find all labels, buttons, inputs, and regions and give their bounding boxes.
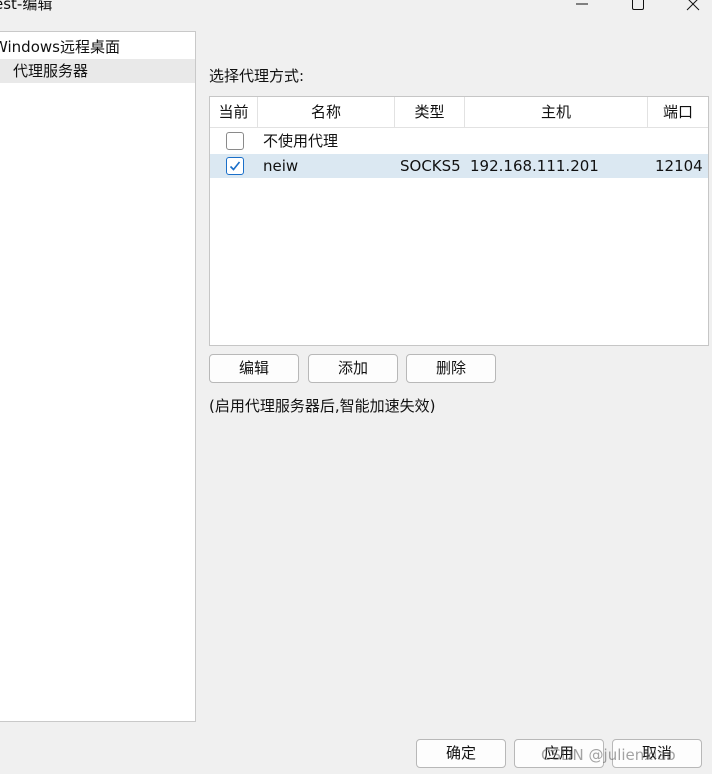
add-button[interactable]: 添加: [308, 354, 398, 383]
proxy-mode-label: 选择代理方式:: [209, 67, 305, 85]
port-cell: 12104: [655, 157, 703, 175]
edit-button[interactable]: 编辑: [209, 354, 299, 383]
minimize-icon: [576, 3, 588, 5]
close-icon: [686, 0, 700, 11]
type-cell: SOCKS5: [400, 157, 461, 175]
current-checkbox[interactable]: [226, 132, 244, 150]
minimize-button[interactable]: [570, 0, 594, 14]
checkmark-icon: [229, 161, 241, 171]
tree-item-proxy-server[interactable]: 代理服务器: [0, 59, 195, 83]
close-button[interactable]: [681, 0, 705, 14]
current-cell: [226, 154, 246, 178]
ok-button[interactable]: 确定: [416, 739, 506, 768]
proxy-table: 当前 名称 类型 主机 端口 不使用代理 neiw SOCKS5 192.168…: [209, 96, 709, 346]
name-cell: 不使用代理: [263, 132, 339, 150]
column-port[interactable]: 端口: [648, 97, 708, 128]
table-row[interactable]: neiw SOCKS5 192.168.111.201 12104: [210, 154, 708, 178]
column-current[interactable]: 当前: [210, 97, 258, 128]
maximize-icon: [632, 0, 644, 10]
settings-tree: Windows远程桌面 代理服务器: [0, 31, 196, 722]
current-cell: [226, 129, 246, 153]
current-checkbox[interactable]: [226, 157, 244, 175]
name-cell: neiw: [263, 157, 299, 175]
column-type[interactable]: 类型: [395, 97, 465, 128]
maximize-button[interactable]: [626, 0, 650, 14]
title-bar: est-编辑: [0, 0, 712, 14]
table-header: 当前 名称 类型 主机 端口: [210, 97, 708, 128]
edit-window: est-编辑 Windows远程桌面 代理服务器 选择代理方式: 当前 名称 类…: [0, 0, 712, 774]
tree-item-windows-remote-desktop[interactable]: Windows远程桌面: [0, 35, 189, 59]
proxy-note: (启用代理服务器后,智能加速失效): [209, 397, 436, 415]
cancel-button[interactable]: 取消: [612, 739, 702, 768]
column-host[interactable]: 主机: [465, 97, 648, 128]
delete-button[interactable]: 删除: [406, 354, 496, 383]
table-row[interactable]: 不使用代理: [210, 129, 708, 153]
column-name[interactable]: 名称: [258, 97, 395, 128]
window-title: est-编辑: [0, 0, 53, 13]
apply-button[interactable]: 应用: [514, 739, 604, 768]
host-cell: 192.168.111.201: [470, 157, 599, 175]
